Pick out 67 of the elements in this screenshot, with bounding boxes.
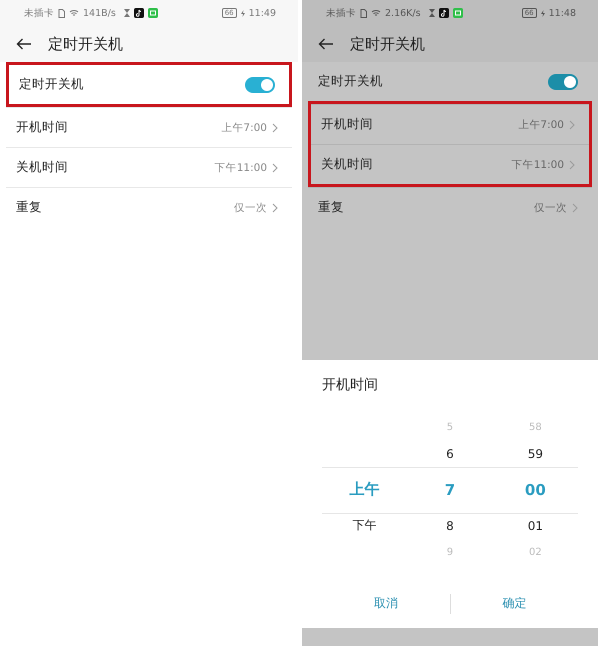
clock: 11:48 xyxy=(548,8,576,18)
sheet-title: 开机时间 xyxy=(322,376,379,395)
setting-row[interactable]: 重复 仅一次 xyxy=(6,187,292,227)
back-arrow-icon[interactable] xyxy=(16,38,32,50)
wifi-icon xyxy=(69,9,79,17)
setting-row[interactable]: 关机时间 下午11:00 xyxy=(311,144,589,184)
setting-value[interactable]: 下午11:00 xyxy=(512,158,564,172)
setting-value[interactable]: 上午7:00 xyxy=(518,118,564,132)
charging-icon xyxy=(240,10,245,16)
app-icon xyxy=(148,8,158,18)
back-arrow-icon[interactable] xyxy=(318,38,334,50)
confirm-button[interactable]: 确定 xyxy=(450,589,578,618)
setting-row[interactable]: 定时开关机 xyxy=(9,65,289,104)
charging-icon xyxy=(540,10,545,16)
music-app-icon xyxy=(134,8,144,18)
network-speed: 141B/s xyxy=(83,8,116,18)
setting-row[interactable]: 关机时间 下午11:00 xyxy=(6,147,292,187)
setting-row[interactable]: 开机时间 上午7:00 xyxy=(6,107,292,147)
chevron-right-icon xyxy=(569,120,575,130)
setting-label: 定时开关机 xyxy=(19,76,85,93)
picker-option[interactable]: 下午 xyxy=(352,517,377,534)
chevron-right-icon xyxy=(272,122,278,132)
picker-option[interactable]: 上午 xyxy=(350,480,380,499)
page-title: 定时开关机 xyxy=(350,34,425,54)
setting-label: 定时开关机 xyxy=(318,73,384,90)
setting-row[interactable]: 重复 仅一次 xyxy=(308,187,592,227)
setting-label: 关机时间 xyxy=(321,156,374,173)
picker-option[interactable]: 5 xyxy=(446,422,454,432)
wifi-icon xyxy=(371,9,381,17)
picker-option[interactable]: 6 xyxy=(446,446,454,460)
chevron-right-icon xyxy=(569,160,575,170)
chevron-right-icon xyxy=(572,202,578,212)
toggle-switch[interactable] xyxy=(245,76,275,92)
setting-label: 开机时间 xyxy=(321,116,374,133)
hourglass-icon xyxy=(428,9,435,17)
setting-value[interactable]: 仅一次 xyxy=(534,200,567,214)
hourglass-icon xyxy=(124,9,130,17)
chevron-right-icon xyxy=(272,162,278,172)
picker-option[interactable]: 02 xyxy=(528,546,542,558)
picker-option[interactable]: 8 xyxy=(446,518,454,532)
setting-value[interactable]: 下午11:00 xyxy=(214,160,267,174)
sim-card-icon xyxy=(360,8,367,18)
setting-label: 重复 xyxy=(16,199,43,216)
carrier-text: 未插卡 xyxy=(326,6,356,20)
setting-row[interactable]: 定时开关机 xyxy=(308,62,592,101)
setting-label: 重复 xyxy=(318,199,345,216)
network-speed: 2.16K/s xyxy=(385,8,421,18)
picker-option[interactable]: 01 xyxy=(528,518,543,532)
app-icon xyxy=(452,8,463,18)
carrier-text: 未插卡 xyxy=(24,6,54,20)
setting-label: 关机时间 xyxy=(16,159,69,176)
page-title: 定时开关机 xyxy=(48,34,123,54)
picker-option[interactable]: 9 xyxy=(446,546,454,558)
setting-row[interactable]: 开机时间 上午7:00 xyxy=(311,104,589,144)
sim-card-icon xyxy=(58,8,65,18)
setting-value[interactable]: 仅一次 xyxy=(234,200,267,214)
music-app-icon xyxy=(438,8,449,18)
cancel-button[interactable]: 取消 xyxy=(322,589,450,618)
picker-option[interactable]: 59 xyxy=(528,446,543,460)
chevron-right-icon xyxy=(272,202,278,212)
setting-value[interactable]: 上午7:00 xyxy=(221,120,267,134)
clock: 11:49 xyxy=(248,8,276,18)
toggle-switch[interactable] xyxy=(548,74,578,90)
picker-option[interactable]: 7 xyxy=(444,480,456,498)
picker-option[interactable]: 58 xyxy=(528,422,542,432)
setting-label: 开机时间 xyxy=(16,119,69,136)
picker-option[interactable]: 00 xyxy=(524,480,546,498)
